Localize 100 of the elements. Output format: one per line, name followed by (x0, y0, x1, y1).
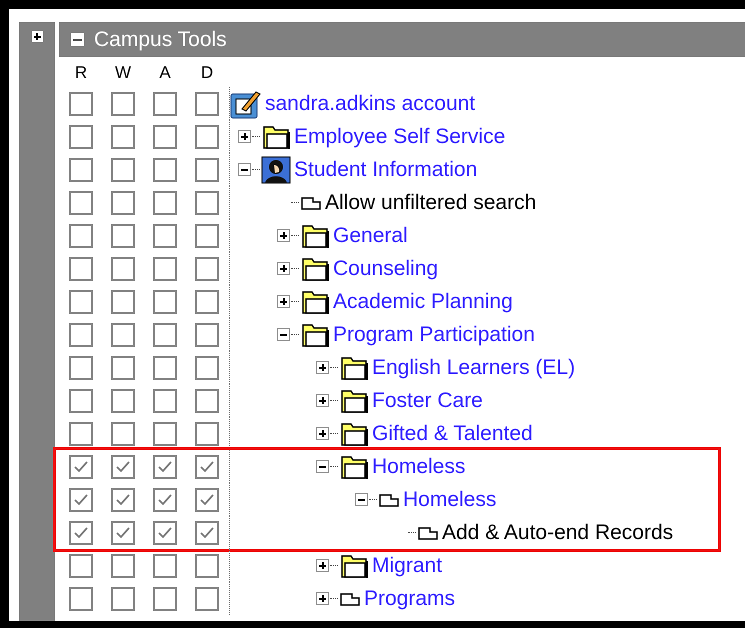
permission-checkbox[interactable] (153, 158, 177, 182)
permission-checkbox[interactable] (153, 422, 177, 446)
permission-checkbox[interactable] (153, 256, 177, 280)
permission-checkbox[interactable] (195, 322, 219, 346)
permission-checkbox[interactable] (195, 256, 219, 280)
permission-checkbox[interactable] (195, 422, 219, 446)
permission-checkbox[interactable] (153, 554, 177, 578)
permission-checkbox[interactable] (69, 322, 93, 346)
permission-checkbox[interactable] (153, 322, 177, 346)
permission-checkbox[interactable] (153, 520, 177, 544)
permission-checkbox[interactable] (195, 92, 219, 116)
permission-checkbox[interactable] (69, 388, 93, 412)
expand-icon[interactable] (316, 559, 329, 572)
permission-checkbox[interactable] (111, 388, 135, 412)
permission-checkbox[interactable] (195, 488, 219, 512)
permission-checkbox[interactable] (153, 124, 177, 148)
permission-checkbox[interactable] (153, 290, 177, 314)
permission-checkbox[interactable] (153, 356, 177, 380)
permission-checkbox[interactable] (153, 454, 177, 478)
collapse-icon[interactable] (71, 33, 84, 46)
tree-label[interactable]: Add & Auto-end Records (442, 516, 674, 548)
permission-checkbox[interactable] (195, 356, 219, 380)
permission-checkbox[interactable] (69, 224, 93, 248)
permission-checkbox[interactable] (69, 356, 93, 380)
expand-icon[interactable] (238, 130, 251, 143)
permission-checkbox[interactable] (111, 356, 135, 380)
permission-checkbox[interactable] (111, 586, 135, 610)
permission-checkbox[interactable] (195, 586, 219, 610)
expand-icon[interactable] (277, 295, 290, 308)
permission-checkbox[interactable] (153, 224, 177, 248)
permission-checkbox[interactable] (153, 92, 177, 116)
permission-checkbox[interactable] (111, 454, 135, 478)
permission-checkbox[interactable] (111, 158, 135, 182)
tree-link[interactable]: Homeless (372, 450, 466, 482)
permission-checkbox[interactable] (69, 520, 93, 544)
collapse-icon[interactable] (355, 493, 368, 506)
folder-icon (300, 322, 330, 348)
expand-icon[interactable] (277, 229, 290, 242)
expand-icon[interactable] (316, 394, 329, 407)
permission-checkbox[interactable] (111, 124, 135, 148)
permission-checkbox[interactable] (111, 422, 135, 446)
tree-link[interactable]: Gifted & Talented (372, 418, 533, 450)
permission-checkbox[interactable] (153, 488, 177, 512)
permission-checkbox[interactable] (111, 290, 135, 314)
folder-icon (300, 222, 330, 248)
expand-icon[interactable] (316, 427, 329, 440)
permission-checkbox[interactable] (69, 586, 93, 610)
permission-checkbox[interactable] (195, 224, 219, 248)
permission-checkbox[interactable] (195, 290, 219, 314)
permission-checkbox[interactable] (111, 256, 135, 280)
permission-checkbox[interactable] (153, 388, 177, 412)
permission-checkbox[interactable] (153, 586, 177, 610)
permission-checkbox[interactable] (111, 224, 135, 248)
permission-checkbox[interactable] (69, 256, 93, 280)
permission-checkbox[interactable] (111, 322, 135, 346)
expand-icon[interactable] (316, 361, 329, 374)
permission-checkbox[interactable] (69, 488, 93, 512)
tree-link[interactable]: Program Participation (333, 318, 535, 350)
tree-link[interactable]: Student Information (294, 154, 478, 186)
permission-checkbox[interactable] (195, 454, 219, 478)
permission-checkbox[interactable] (195, 190, 219, 214)
permission-checkbox[interactable] (153, 190, 177, 214)
tree-link[interactable]: General (333, 220, 408, 252)
permission-checkbox[interactable] (69, 92, 93, 116)
notepad-icon (230, 88, 262, 118)
collapse-icon[interactable] (238, 163, 251, 176)
tree-link[interactable]: Employee Self Service (294, 120, 506, 152)
permission-checkbox[interactable] (69, 554, 93, 578)
tree-link[interactable]: English Learners (EL) (372, 352, 576, 384)
tree-link[interactable]: Academic Planning (333, 286, 513, 318)
check-icon (73, 460, 89, 474)
permission-checkbox[interactable] (69, 124, 93, 148)
permission-checkbox[interactable] (69, 190, 93, 214)
permission-checkbox[interactable] (111, 190, 135, 214)
tree-label[interactable]: Allow unfiltered search (325, 186, 536, 218)
tree-link[interactable]: sandra.adkins account (265, 88, 476, 120)
permission-checkbox[interactable] (111, 92, 135, 116)
collapse-icon[interactable] (277, 328, 290, 341)
expand-icon[interactable] (32, 31, 42, 42)
permission-checkbox[interactable] (69, 290, 93, 314)
check-icon (73, 492, 89, 506)
permission-checkbox[interactable] (69, 158, 93, 182)
permission-checkbox[interactable] (69, 454, 93, 478)
tree-link[interactable]: Counseling (333, 252, 438, 284)
permission-checkbox[interactable] (195, 554, 219, 578)
permission-checkbox[interactable] (111, 488, 135, 512)
tree-link[interactable]: Foster Care (372, 384, 483, 416)
permission-checkbox[interactable] (195, 158, 219, 182)
expand-icon[interactable] (316, 592, 329, 605)
permission-checkbox[interactable] (111, 520, 135, 544)
tree-link[interactable]: Migrant (372, 550, 442, 582)
permission-checkbox[interactable] (111, 554, 135, 578)
collapse-icon[interactable] (316, 460, 329, 473)
permission-checkbox[interactable] (195, 388, 219, 412)
permission-checkbox[interactable] (195, 520, 219, 544)
tree-link[interactable]: Homeless (403, 484, 496, 516)
permission-checkbox[interactable] (195, 124, 219, 148)
tree-link[interactable]: Programs (364, 582, 456, 614)
permission-checkbox[interactable] (69, 422, 93, 446)
expand-icon[interactable] (277, 262, 290, 275)
